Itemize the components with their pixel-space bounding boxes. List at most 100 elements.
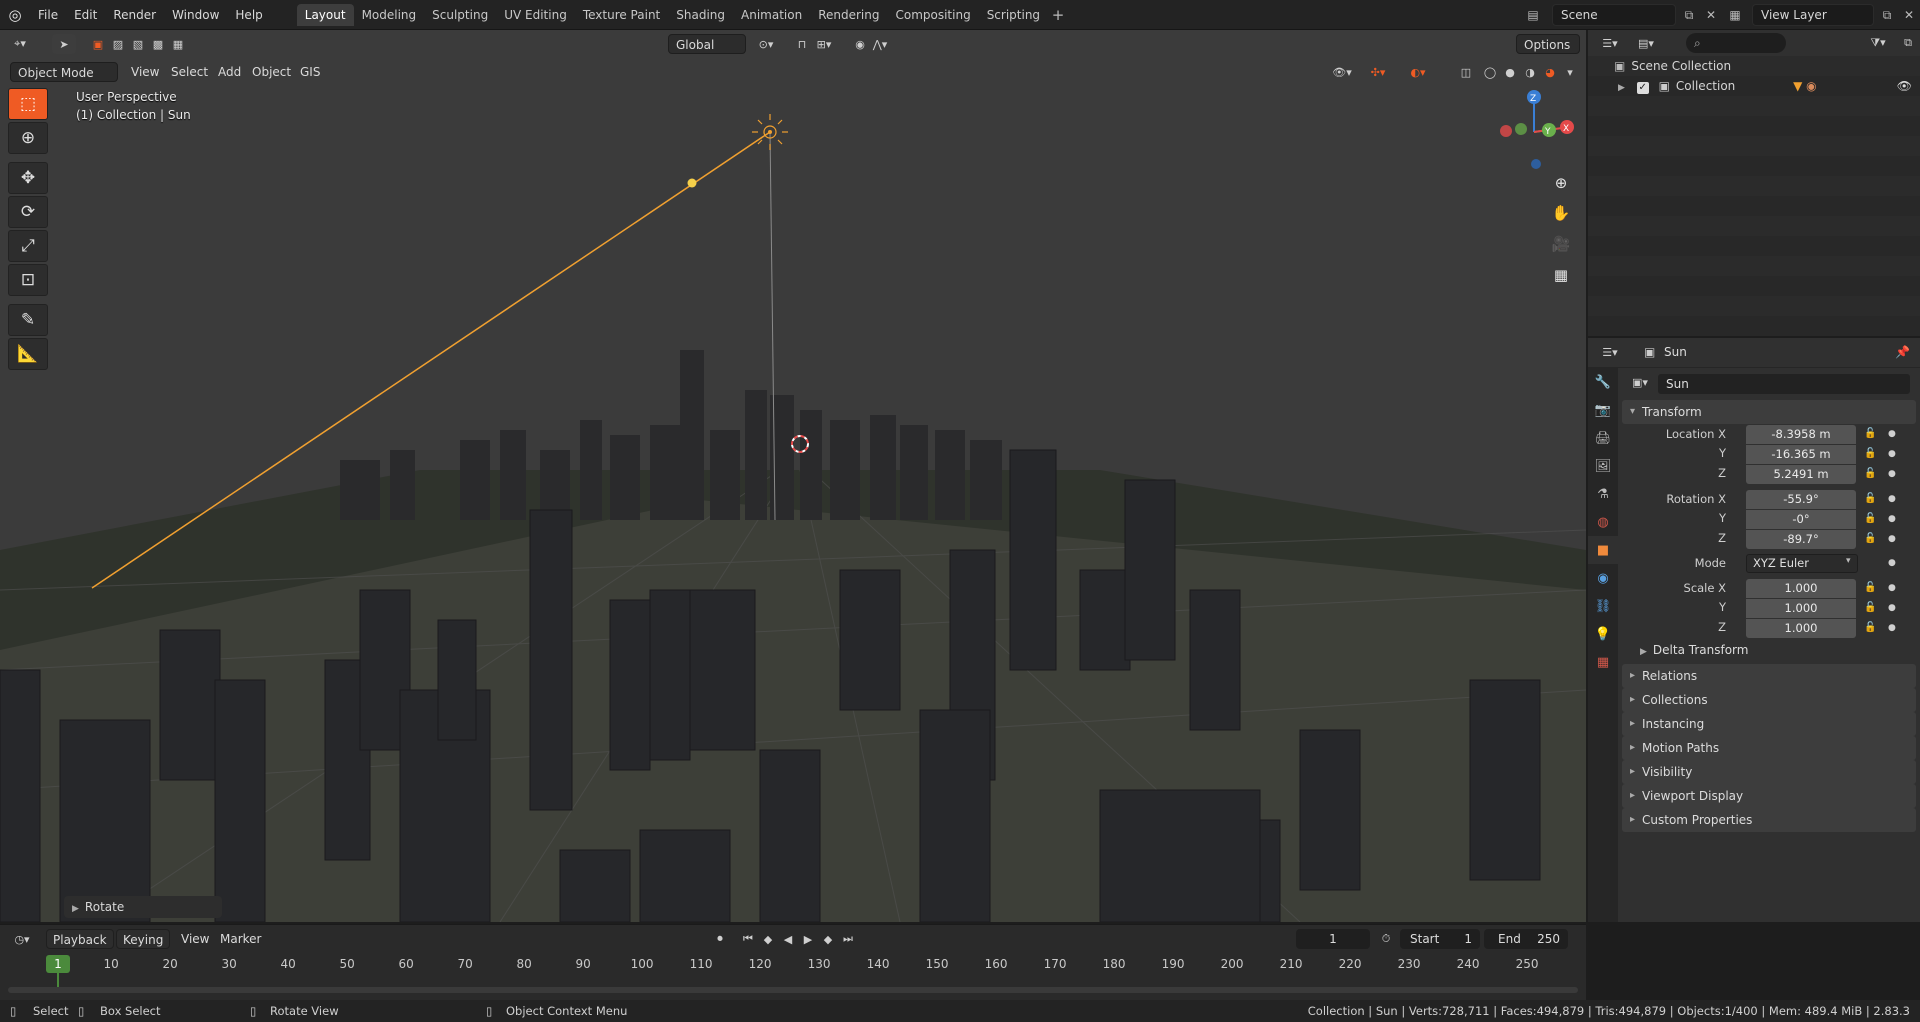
record-icon[interactable]: ⏺ — [708, 929, 732, 949]
constraints-tab-icon[interactable]: ⛓ — [1588, 592, 1618, 620]
keyframe-dot-icon[interactable]: ● — [1888, 514, 1896, 524]
exclude-checkbox[interactable]: ✓ — [1636, 82, 1649, 94]
physics-tab-icon[interactable]: ◉ — [1588, 564, 1618, 592]
keyframe-dot-icon[interactable]: ● — [1888, 603, 1896, 613]
view-layer-selector[interactable]: View Layer — [1752, 4, 1874, 26]
lock-location-z-icon[interactable]: 🔓 — [1864, 468, 1876, 479]
tab-sculpting[interactable]: Sculpting — [424, 4, 496, 26]
keyframe-dot-icon[interactable]: ● — [1888, 449, 1896, 459]
output-tab-icon[interactable]: 🖨 — [1588, 424, 1618, 452]
menu-view[interactable]: View — [131, 62, 159, 82]
lock-location-y-icon[interactable]: 🔓 — [1864, 448, 1876, 459]
transform-orientation-selector[interactable]: Global — [668, 34, 746, 54]
select-box-tool-icon[interactable]: ⬚ — [8, 88, 48, 120]
scale-y-field[interactable]: 1.000 — [1746, 599, 1856, 618]
preview-range-icon[interactable]: ⏱ — [1374, 929, 1398, 949]
scene-collection-row[interactable]: ▣ Scene Collection — [1588, 56, 1920, 76]
location-y-field[interactable]: -16.365 m — [1746, 445, 1856, 464]
keyframe-dot-icon[interactable]: ● — [1888, 623, 1896, 633]
measure-tool-icon[interactable]: 📐 — [8, 338, 48, 370]
scene-tab-icon[interactable]: ⚗ — [1588, 480, 1618, 508]
tab-scripting[interactable]: Scripting — [979, 4, 1048, 26]
tab-rendering[interactable]: Rendering — [810, 4, 887, 26]
scene-browse-icon[interactable]: ▤ — [1522, 4, 1544, 26]
lock-scale-z-icon[interactable]: 🔓 — [1864, 622, 1876, 633]
tab-modeling[interactable]: Modeling — [354, 4, 425, 26]
options-button[interactable]: Options — [1516, 34, 1580, 54]
render-tab-icon[interactable]: 📷 — [1588, 396, 1618, 424]
location-x-field[interactable]: -8.3958 m — [1746, 425, 1856, 444]
tool-tab-icon[interactable]: 🔧 — [1588, 368, 1618, 396]
playback-menu[interactable]: Playback — [46, 929, 114, 949]
view-layer-tab-icon[interactable]: 🖼 — [1588, 452, 1618, 480]
expand-arrow-icon[interactable]: ▶ — [1618, 83, 1625, 93]
menu-add[interactable]: Add — [218, 62, 241, 82]
start-frame-field[interactable]: Start 1 — [1400, 929, 1480, 949]
perspective-toggle-icon[interactable]: ▦ — [1548, 262, 1574, 288]
transform-panel-header[interactable]: Transform — [1622, 400, 1916, 424]
scale-tool-icon[interactable]: ⤢ — [8, 230, 48, 262]
object-browse-icon[interactable]: ▣▾ — [1628, 372, 1652, 392]
object-tab-icon[interactable]: ■ — [1588, 536, 1618, 564]
lock-rotation-x-icon[interactable]: 🔓 — [1864, 493, 1876, 504]
tab-texture-paint[interactable]: Texture Paint — [575, 4, 668, 26]
pivot-point-icon[interactable]: ⊙▾ — [754, 34, 778, 54]
select-tool-icon[interactable]: ➤ — [52, 34, 76, 54]
instancing-panel-header[interactable]: Instancing — [1622, 712, 1916, 736]
xray-icon[interactable]: ◫ — [1454, 62, 1478, 82]
rotation-z-field[interactable]: -89.7° — [1746, 530, 1856, 549]
last-operator-panel[interactable]: ▶ Rotate — [64, 896, 222, 918]
end-frame-field[interactable]: End 250 — [1484, 929, 1568, 949]
keyframe-dot-icon[interactable]: ● — [1888, 429, 1896, 439]
tab-layout[interactable]: Layout — [296, 3, 354, 26]
lock-scale-y-icon[interactable]: 🔓 — [1864, 602, 1876, 613]
texture-tab-icon[interactable]: ▦ — [1588, 648, 1618, 676]
zoom-icon[interactable]: ⊕ — [1548, 170, 1574, 196]
camera-view-icon[interactable]: 🎥 — [1548, 231, 1574, 257]
editor-type-icon[interactable]: ⌖▾ — [8, 34, 32, 54]
tab-animation[interactable]: Animation — [733, 4, 810, 26]
current-frame-field[interactable]: 1 — [1296, 929, 1370, 949]
pan-hand-icon[interactable]: ✋ — [1548, 200, 1574, 226]
cursor-tool-icon[interactable]: ⊕ — [8, 122, 48, 154]
keyframe-dot-icon[interactable]: ● — [1888, 534, 1896, 544]
keyframe-dot-icon[interactable]: ● — [1888, 583, 1896, 593]
overlays-icon[interactable]: ◐▾ — [1406, 62, 1430, 82]
timeline-scrollbar[interactable] — [8, 987, 1578, 993]
new-view-layer-icon[interactable]: ⧉ — [1876, 4, 1898, 26]
gizmo-toggle-icon[interactable]: ✣▾ — [1366, 62, 1390, 82]
delete-scene-icon[interactable]: ✕ — [1700, 4, 1722, 26]
new-collection-icon[interactable]: ⧉ — [1896, 33, 1920, 53]
3d-viewport[interactable]: Z Y X ⌖▾ ➤ ▣ ▨ ▧ ▩ ▦ Object Mode View Se… — [0, 30, 1586, 922]
lock-scale-x-icon[interactable]: 🔓 — [1864, 582, 1876, 593]
keyframe-dot-icon[interactable]: ● — [1888, 494, 1896, 504]
view-layer-browse-icon[interactable]: ▦ — [1724, 4, 1746, 26]
rotate-tool-icon[interactable]: ⟳ — [8, 196, 48, 228]
motion-paths-panel-header[interactable]: Motion Paths — [1622, 736, 1916, 760]
menu-window[interactable]: Window — [164, 4, 227, 26]
collection-row[interactable]: ▶ ✓ ▣ Collection ▼ ◉ 👁 — [1588, 76, 1920, 96]
add-workspace-button[interactable]: + — [1048, 4, 1068, 26]
filter-icon[interactable]: ⧩▾ — [1866, 33, 1890, 53]
timeline-view-menu[interactable]: View — [175, 929, 215, 949]
outliner-search-input[interactable]: ⌕ — [1686, 33, 1786, 53]
delta-transform-subpanel[interactable]: ▶ Delta Transform — [1640, 640, 1748, 660]
keyframe-dot-icon[interactable]: ● — [1888, 469, 1896, 479]
menu-select[interactable]: Select — [171, 62, 208, 82]
viewport-display-panel-header[interactable]: Viewport Display — [1622, 784, 1916, 808]
menu-gis[interactable]: GIS — [300, 62, 320, 82]
display-mode-icon[interactable]: ▤▾ — [1634, 33, 1658, 53]
outliner-editor-type-icon[interactable]: ☰▾ — [1598, 33, 1622, 53]
scale-x-field[interactable]: 1.000 — [1746, 579, 1856, 598]
snap-target-icon[interactable]: ⊞▾ — [812, 34, 836, 54]
tab-uv-editing[interactable]: UV Editing — [496, 4, 575, 26]
transform-tool-icon[interactable]: ⊡ — [8, 264, 48, 296]
marker-menu[interactable]: Marker — [214, 929, 267, 949]
lock-rotation-z-icon[interactable]: 🔓 — [1864, 533, 1876, 544]
visibility-panel-header[interactable]: Visibility — [1622, 760, 1916, 784]
tab-compositing[interactable]: Compositing — [887, 4, 978, 26]
shading-options-icon[interactable]: ▾ — [1558, 62, 1582, 82]
relations-panel-header[interactable]: Relations — [1622, 664, 1916, 688]
timeline-editor-type-icon[interactable]: ◷▾ — [10, 929, 34, 949]
menu-render[interactable]: Render — [105, 4, 164, 26]
